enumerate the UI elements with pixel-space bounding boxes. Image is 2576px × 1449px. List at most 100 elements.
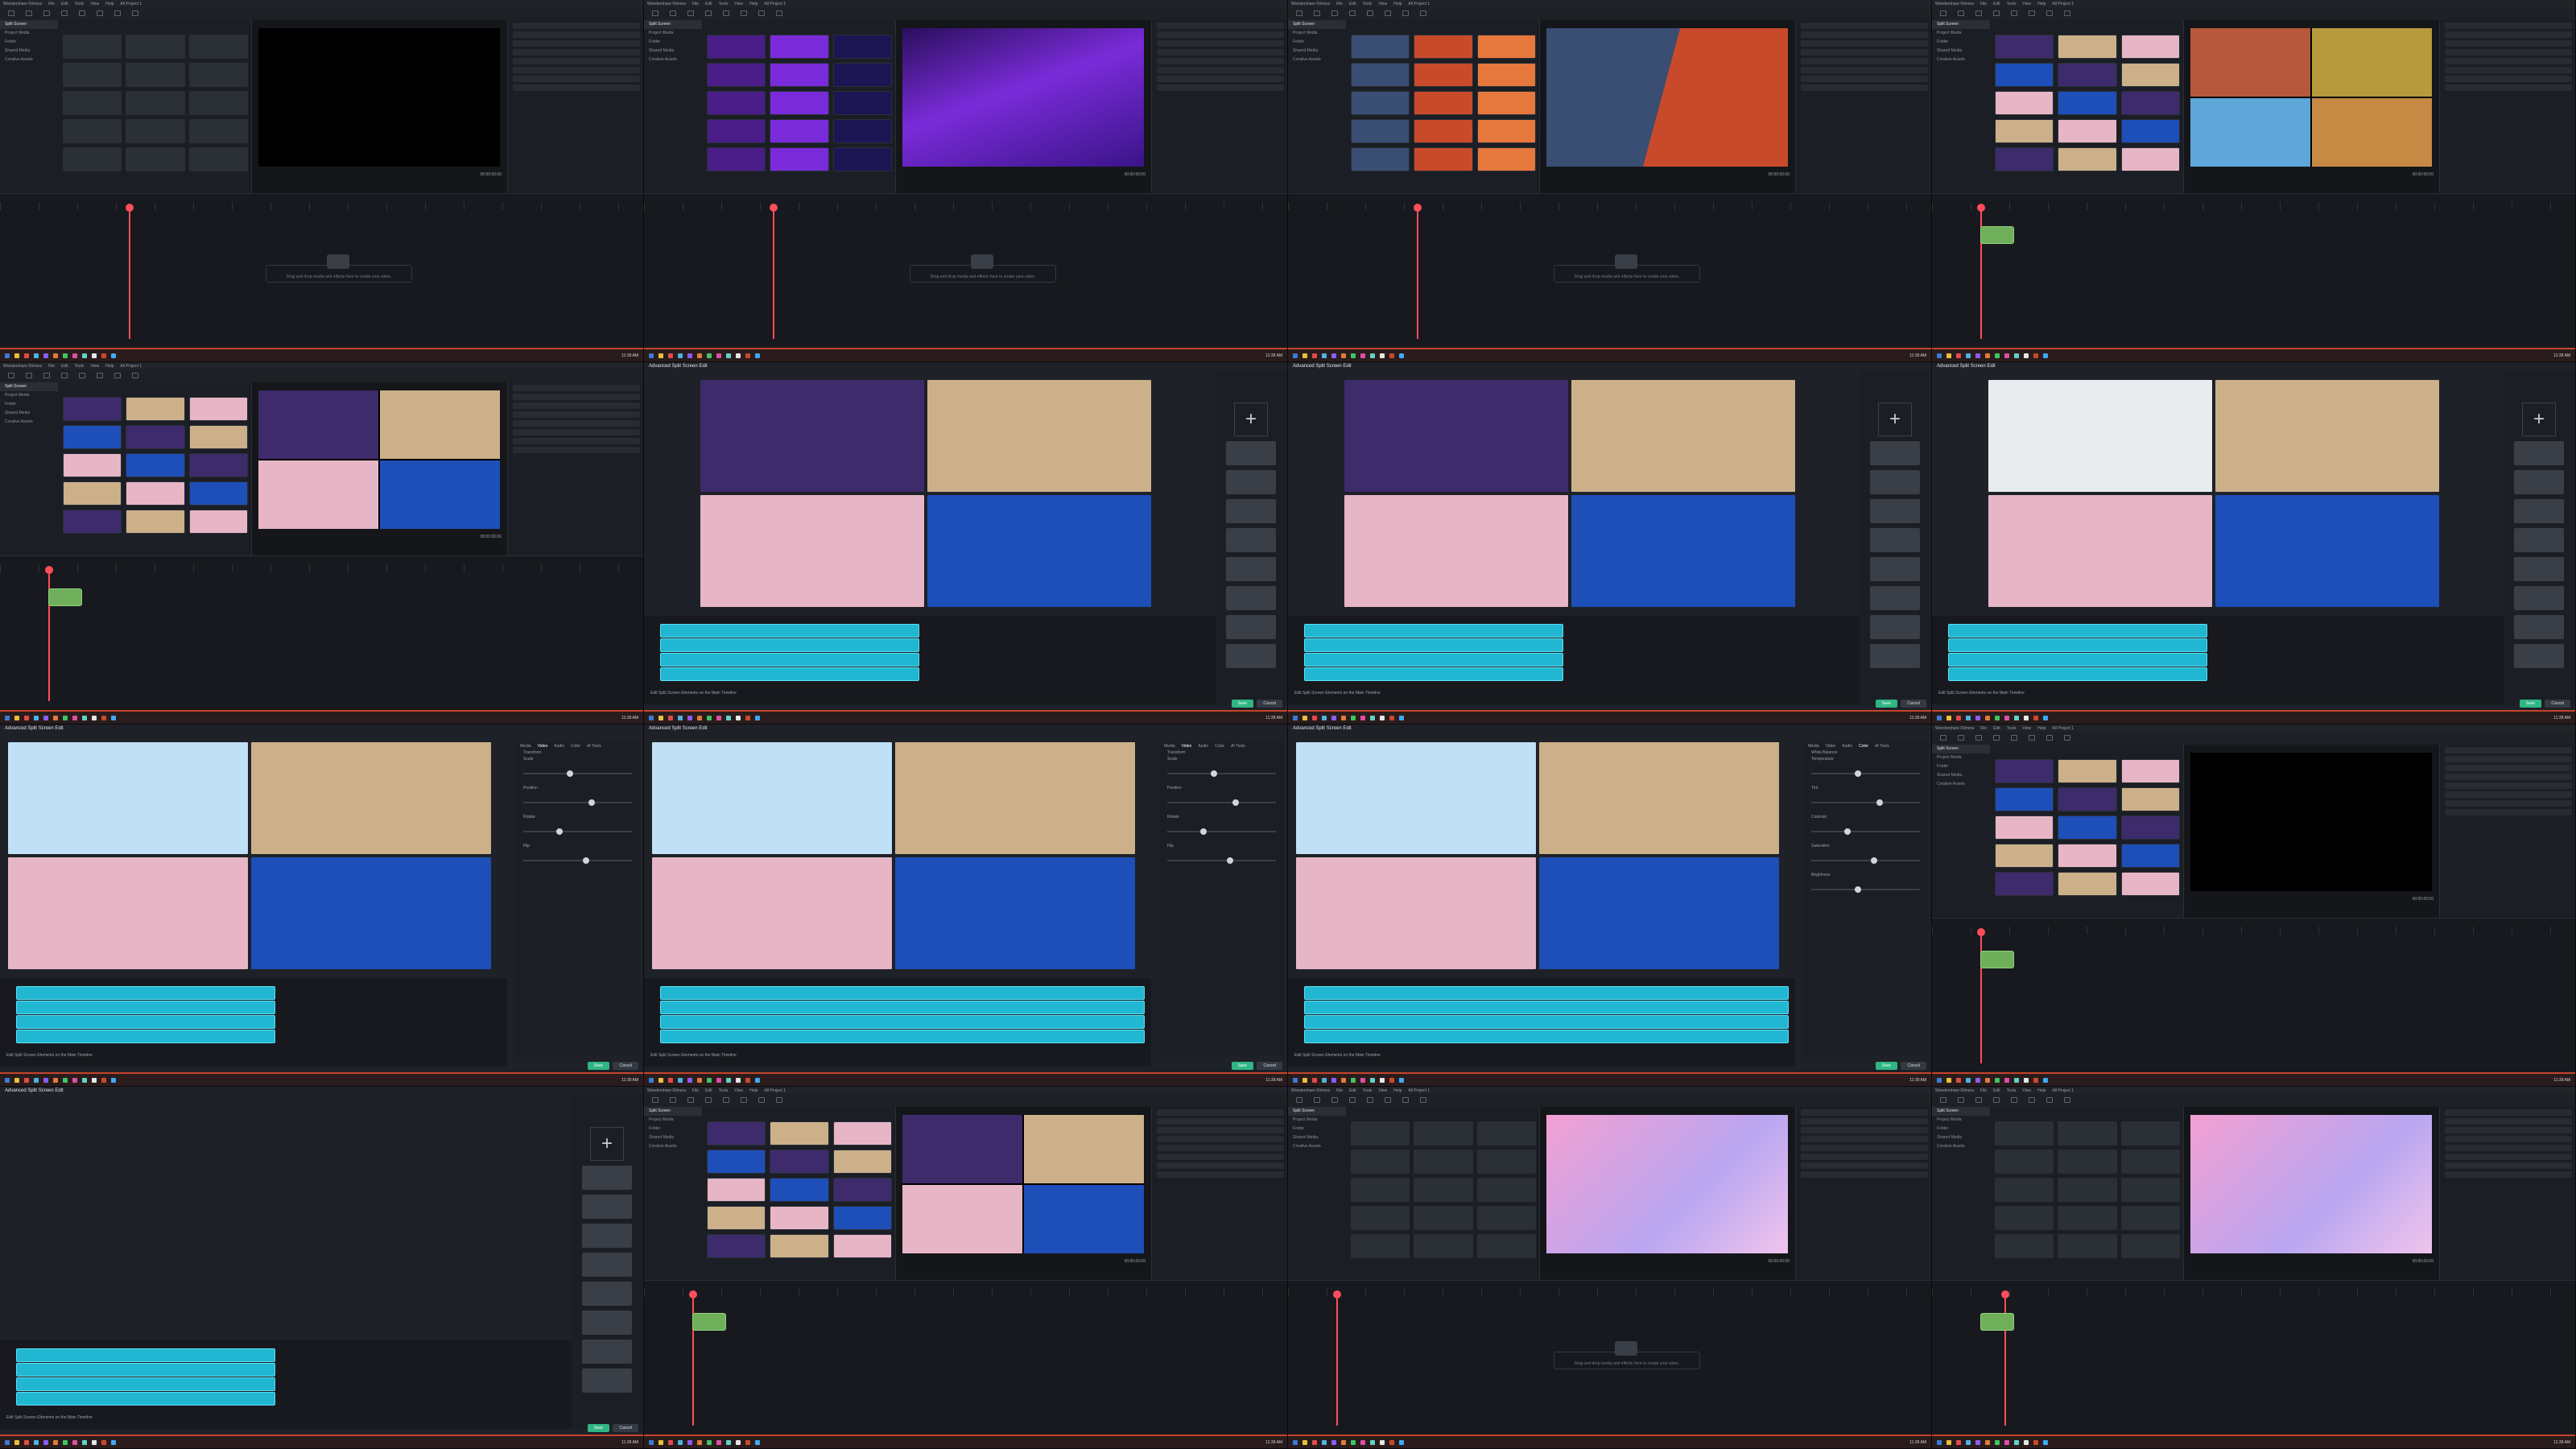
- property-tab[interactable]: Audio: [554, 744, 564, 749]
- property-row[interactable]: [2445, 809, 2572, 815]
- menu-help[interactable]: Help: [105, 364, 114, 369]
- toolbar-tab-titles-icon[interactable]: [1349, 1097, 1356, 1103]
- taskbar-app-icon[interactable]: [34, 353, 39, 358]
- property-row[interactable]: [1157, 1145, 1284, 1151]
- media-thumbnail[interactable]: [2514, 441, 2564, 465]
- taskbar-app-icon[interactable]: [92, 715, 97, 720]
- taskbar-app-icon[interactable]: [1331, 1077, 1336, 1083]
- taskbar-app-icon[interactable]: [1312, 1077, 1317, 1083]
- asset-thumbnail[interactable]: [63, 147, 122, 171]
- taskbar-app-icon[interactable]: [697, 715, 702, 720]
- media-thumbnail[interactable]: [2514, 644, 2564, 668]
- taskbar-app-icon[interactable]: [34, 715, 39, 720]
- toolbar-tab-templates-icon[interactable]: [776, 10, 782, 16]
- toolbar-tab-media-icon[interactable]: [8, 10, 14, 16]
- property-row[interactable]: [513, 385, 640, 391]
- property-row[interactable]: [513, 411, 640, 418]
- taskbar-app-icon[interactable]: [1331, 353, 1336, 358]
- taskbar-app-icon[interactable]: [1341, 353, 1346, 358]
- toolbar-tab-titles-icon[interactable]: [61, 10, 68, 16]
- media-thumbnail[interactable]: [582, 1224, 632, 1248]
- track-clip[interactable]: [1304, 638, 1563, 652]
- asset-thumbnail[interactable]: [188, 453, 248, 477]
- property-tab[interactable]: AI Tools: [1875, 744, 1889, 749]
- taskbar-app-icon[interactable]: [745, 1439, 750, 1445]
- media-thumbnail[interactable]: [1870, 586, 1920, 610]
- taskbar-app-icon[interactable]: [2004, 1439, 2009, 1445]
- split-cell[interactable]: [1988, 495, 2212, 607]
- property-row[interactable]: [513, 402, 640, 409]
- taskbar-app-icon[interactable]: [668, 353, 673, 358]
- taskbar-app-icon[interactable]: [82, 1439, 87, 1445]
- track-clip[interactable]: [1304, 624, 1563, 638]
- media-thumbnail[interactable]: [2514, 586, 2564, 610]
- menu-tools[interactable]: Tools: [1363, 1088, 1373, 1093]
- taskbar-app-icon[interactable]: [658, 1439, 663, 1445]
- asset-thumbnail[interactable]: [1995, 119, 2054, 143]
- property-tab[interactable]: Audio: [1842, 744, 1852, 749]
- asset-thumbnail[interactable]: [2058, 1234, 2117, 1258]
- menu-help[interactable]: Help: [105, 2, 114, 6]
- property-row[interactable]: [513, 438, 640, 444]
- split-cell[interactable]: [380, 460, 500, 529]
- track-clip[interactable]: [660, 624, 919, 638]
- sidebar-item[interactable]: Shared Media: [1288, 47, 1346, 56]
- track-clip[interactable]: [16, 986, 275, 1000]
- track-clip[interactable]: [1304, 667, 1563, 681]
- asset-thumbnail[interactable]: [63, 425, 122, 449]
- property-row[interactable]: [2445, 1127, 2572, 1133]
- menu-edit[interactable]: Edit: [1993, 2, 2000, 6]
- asset-thumbnail[interactable]: [126, 510, 185, 534]
- media-thumbnail[interactable]: [2514, 615, 2564, 639]
- media-thumbnail[interactable]: [1870, 441, 1920, 465]
- asset-thumbnail[interactable]: [2120, 815, 2180, 840]
- save-button[interactable]: Save: [1875, 700, 1897, 708]
- property-row[interactable]: [513, 429, 640, 436]
- asset-thumbnail[interactable]: [2120, 759, 2180, 783]
- toolbar-tab-audio-icon[interactable]: [687, 10, 694, 16]
- property-row[interactable]: [2445, 1109, 2572, 1116]
- taskbar-app-icon[interactable]: [1946, 1439, 1951, 1445]
- asset-thumbnail[interactable]: [1351, 1234, 1410, 1258]
- taskbar-app-icon[interactable]: [1975, 353, 1980, 358]
- property-row[interactable]: [1157, 1154, 1284, 1160]
- property-row[interactable]: [2445, 1118, 2572, 1125]
- taskbar-app-icon[interactable]: [2043, 1439, 2048, 1445]
- add-media-button[interactable]: +: [1878, 402, 1912, 436]
- taskbar-app-icon[interactable]: [1995, 1439, 2000, 1445]
- property-row[interactable]: [1801, 1136, 1928, 1142]
- cancel-button[interactable]: Cancel: [613, 1062, 638, 1070]
- taskbar-app-icon[interactable]: [2043, 353, 2048, 358]
- toolbar-tab-effects-icon[interactable]: [97, 10, 103, 16]
- track-clip[interactable]: [16, 1363, 275, 1377]
- asset-thumbnail[interactable]: [2120, 872, 2180, 896]
- toolbar-tab-templates-icon[interactable]: [132, 10, 138, 16]
- asset-thumbnail[interactable]: [188, 425, 248, 449]
- menu-view[interactable]: View: [734, 1088, 743, 1093]
- save-button[interactable]: Save: [1231, 1062, 1253, 1070]
- asset-thumbnail[interactable]: [1995, 91, 2054, 115]
- track-clip[interactable]: [1948, 624, 2207, 638]
- asset-thumbnail[interactable]: [2120, 63, 2180, 87]
- property-tab[interactable]: Audio: [1198, 744, 1208, 749]
- track-clip[interactable]: [1304, 1015, 1789, 1029]
- toolbar-tab-templates-icon[interactable]: [132, 373, 138, 378]
- cancel-button[interactable]: Cancel: [1257, 1062, 1282, 1070]
- asset-thumbnail[interactable]: [1476, 1234, 1536, 1258]
- media-thumbnail[interactable]: [582, 1166, 632, 1190]
- property-row[interactable]: [1801, 49, 1928, 56]
- track-clip[interactable]: [660, 1015, 1145, 1029]
- asset-thumbnail[interactable]: [188, 510, 248, 534]
- property-slider[interactable]: [523, 799, 632, 806]
- taskbar-app-icon[interactable]: [1370, 353, 1375, 358]
- taskbar-app-icon[interactable]: [92, 1077, 97, 1083]
- asset-thumbnail[interactable]: [707, 91, 766, 115]
- asset-thumbnail[interactable]: [770, 147, 829, 171]
- sidebar-item[interactable]: Project Media: [644, 1116, 702, 1125]
- taskbar-app-icon[interactable]: [63, 1077, 68, 1083]
- asset-thumbnail[interactable]: [2120, 1150, 2180, 1174]
- menu-file[interactable]: File: [48, 364, 55, 369]
- taskbar-app-icon[interactable]: [53, 715, 58, 720]
- toolbar-tab-transitions-icon[interactable]: [723, 10, 729, 16]
- track-clip[interactable]: [1304, 1001, 1789, 1014]
